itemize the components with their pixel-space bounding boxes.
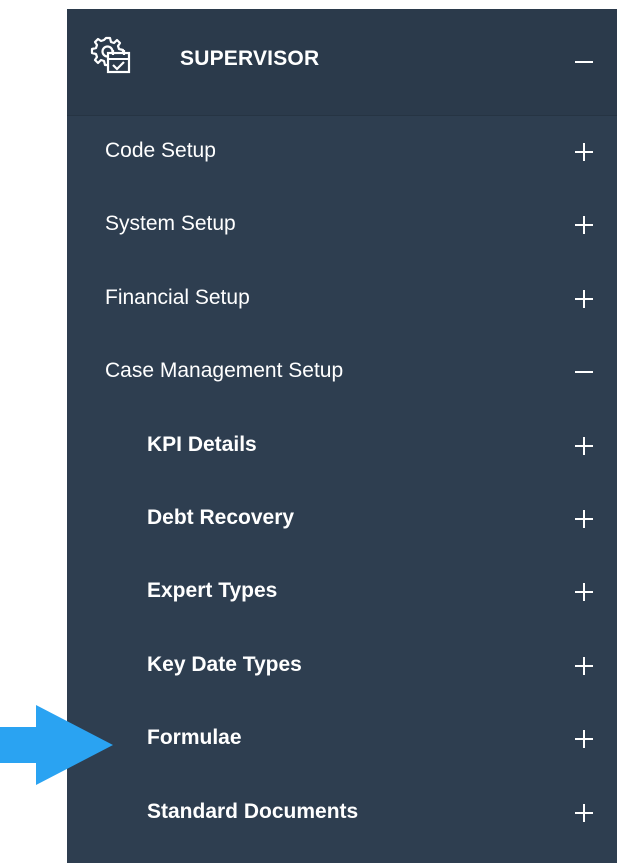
expand-icon[interactable] — [575, 730, 593, 749]
supervisor-header[interactable]: SUPERVISOR — [67, 9, 617, 116]
menu-item-label: KPI Details — [147, 432, 257, 456]
menu-item-code-setup[interactable]: Code Setup — [67, 115, 617, 188]
expand-icon[interactable] — [575, 656, 593, 675]
expand-icon[interactable] — [575, 436, 593, 455]
expand-icon[interactable] — [575, 289, 593, 308]
menu-item-label: Key Date Types — [147, 652, 302, 676]
collapse-icon[interactable] — [575, 53, 593, 71]
expand-icon[interactable] — [575, 143, 593, 161]
menu-item-label: Expert Types — [147, 579, 278, 603]
menu-item-kpi-details[interactable]: KPI Details — [67, 409, 617, 482]
menu-item-debt-recovery[interactable]: Debt Recovery — [67, 482, 617, 555]
supervisor-menu-panel: SUPERVISOR Code Setup System Setup Financi… — [67, 9, 617, 863]
menu-item-expert-types[interactable]: Expert Types — [67, 555, 617, 628]
expand-icon[interactable] — [575, 216, 593, 235]
settings-calendar-icon — [90, 36, 131, 74]
menu-item-financial-setup[interactable]: Financial Setup — [67, 262, 617, 335]
menu-item-label: Case Management Setup — [105, 359, 344, 383]
menu-item-case-management-setup[interactable]: Case Management Setup — [67, 335, 617, 408]
screenshot-canvas: SUPERVISOR Code Setup System Setup Financi… — [0, 0, 617, 863]
menu-item-key-date-types[interactable]: Key Date Types — [67, 629, 617, 702]
expand-icon[interactable] — [575, 803, 593, 822]
menu-item-label: System Setup — [105, 212, 236, 236]
menu-item-label: Financial Setup — [105, 285, 250, 309]
page-title: SUPERVISOR — [180, 47, 320, 70]
menu-item-system-setup[interactable]: System Setup — [67, 188, 617, 261]
menu-item-standard-documents[interactable]: Standard Documents — [67, 776, 617, 849]
menu-item-label: Formulae — [147, 726, 242, 750]
menu-item-label: Standard Documents — [147, 799, 359, 823]
menu-item-label: Code Setup — [105, 139, 216, 162]
collapse-icon[interactable] — [575, 363, 593, 381]
expand-icon[interactable] — [575, 510, 593, 528]
expand-icon[interactable] — [575, 583, 593, 602]
menu-item-label: Debt Recovery — [147, 506, 295, 529]
blue-arrow-pointer-icon — [0, 705, 113, 785]
menu-item-formulae[interactable]: Formulae — [67, 702, 617, 775]
